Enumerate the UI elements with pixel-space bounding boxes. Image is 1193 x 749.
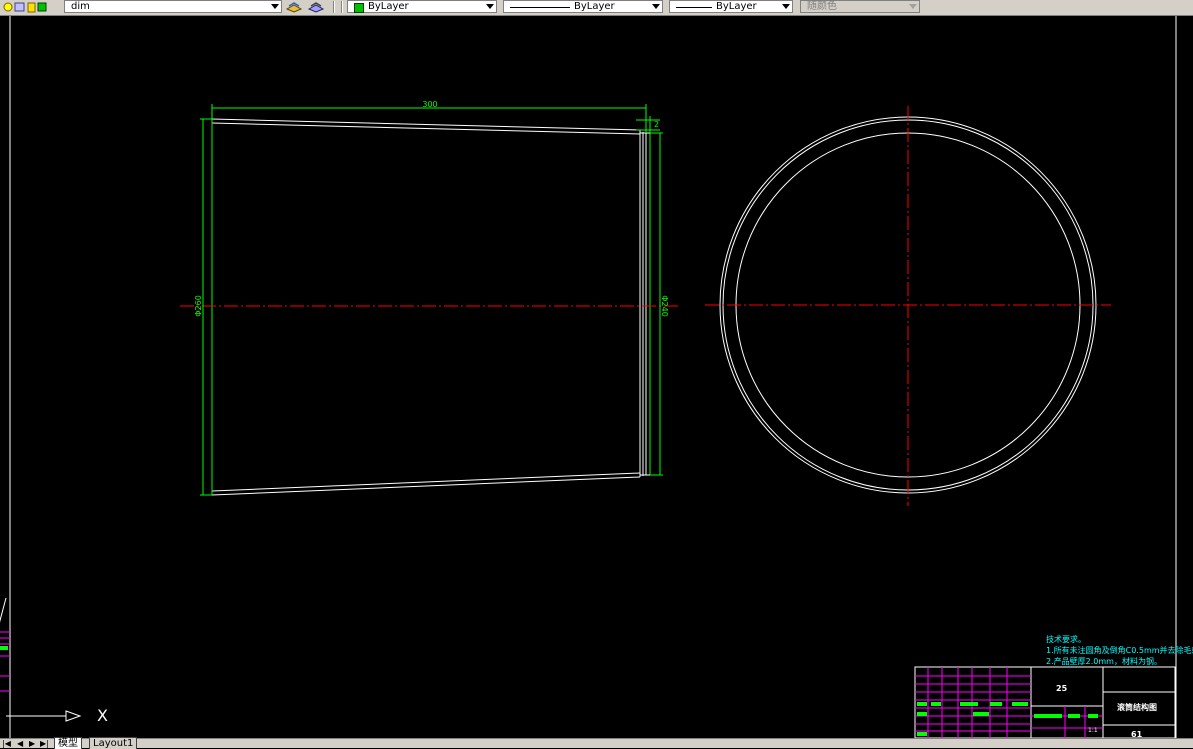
linetype-preview <box>510 7 570 8</box>
toolbar-separator <box>341 1 342 13</box>
side-view[interactable] <box>705 106 1111 506</box>
make-object-layer-current-icon[interactable] <box>285 1 303 13</box>
ucs-x-label: X <box>97 706 108 725</box>
left-frame-ticks <box>0 631 10 692</box>
plotstyle-dropdown[interactable]: 随颜色 <box>800 0 920 13</box>
outer-diameter-text: Φ260 <box>194 295 203 317</box>
properties-toolbar: dim ByLayer ByLayer ByLayer 随颜色 <box>0 0 1193 16</box>
layer-dropdown[interactable]: dim <box>64 0 282 13</box>
lineweight-preview <box>676 7 712 8</box>
lineweight-dropdown[interactable]: ByLayer <box>669 0 793 13</box>
layer-state-icons[interactable] <box>3 1 47 13</box>
left-frame-fill <box>0 646 8 650</box>
color-value: ByLayer <box>368 1 409 12</box>
tech-notes-line2: 2.产品壁厚2.0mm，材料为钢。 <box>1046 657 1162 666</box>
color-dropdown[interactable]: ByLayer <box>347 0 497 13</box>
bottom-inner-edge <box>211 472 641 492</box>
toolbar-separator <box>333 1 334 13</box>
layer-name: dim <box>71 1 90 12</box>
title-block-material: 25 <box>1056 684 1068 693</box>
plotstyle-value: 随颜色 <box>807 1 837 12</box>
title-block-part-name: 滚筒结构图 <box>1117 703 1157 712</box>
chevron-down-icon <box>486 4 494 9</box>
title-block-scale: 1:1 <box>1088 727 1098 734</box>
layer-previous-icon[interactable] <box>307 1 325 13</box>
chevron-down-icon <box>271 4 279 9</box>
linetype-value: ByLayer <box>574 1 615 12</box>
linetype-dropdown[interactable]: ByLayer <box>503 0 663 13</box>
chevron-down-icon <box>782 4 790 9</box>
bottom-outer-edge <box>211 476 641 496</box>
length-dim-text: 300 <box>422 100 437 109</box>
tech-notes-title: 技术要求。 <box>1046 635 1086 644</box>
title-block-grid <box>915 667 1103 738</box>
chevron-down-icon <box>652 4 660 9</box>
tech-notes-line1: 1.所有未注圆角及倒角C0.5mm并去除毛刺。 <box>1046 646 1193 655</box>
color-swatch <box>354 3 364 13</box>
inner-diameter-text: Φ240 <box>660 295 669 317</box>
tab-model[interactable]: 模型 <box>54 737 82 749</box>
lineweight-value: ByLayer <box>716 1 757 12</box>
front-view[interactable] <box>180 118 680 496</box>
model-space-canvas[interactable]: 300 2 Φ260 Φ240 X 技术要求。 1.所有未注圆角及倒角C0.5m… <box>0 16 1193 739</box>
tab-layout1[interactable]: Layout1 <box>89 737 138 749</box>
thickness-dim-text: 2 <box>654 120 659 129</box>
drawing-svg[interactable]: 300 2 Φ260 Φ240 X <box>0 16 1193 738</box>
ucs-icon: X <box>0 597 108 725</box>
dimensions[interactable] <box>200 104 663 496</box>
chevron-down-icon <box>909 4 917 9</box>
technical-requirements: 技术要求。 1.所有未注圆角及倒角C0.5mm并去除毛刺。 2.产品壁厚2.0m… <box>1046 634 1193 667</box>
